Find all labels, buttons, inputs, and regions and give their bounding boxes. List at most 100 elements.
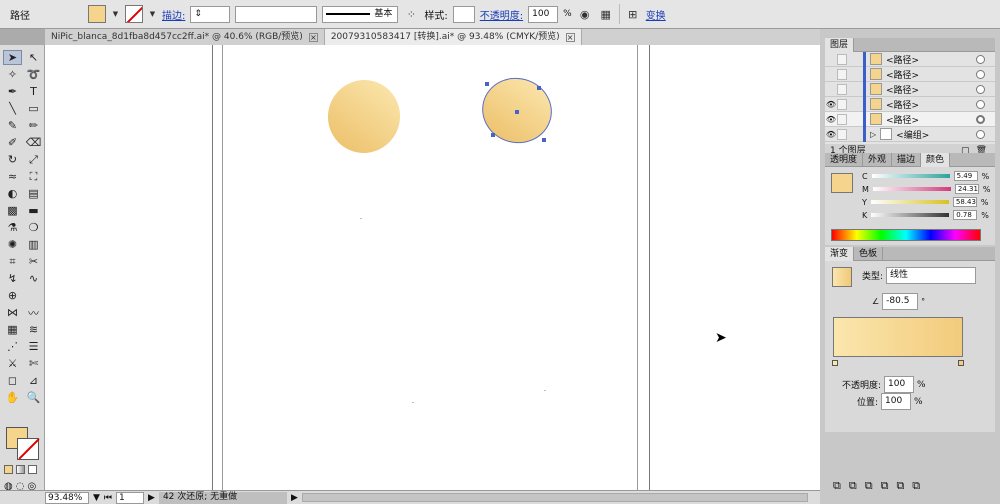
lasso-tool-icon[interactable]: ➰ [24, 67, 43, 82]
cyan-value[interactable]: 5.49 [953, 171, 978, 181]
scale-tool-icon[interactable]: ⤢ [24, 152, 43, 167]
graph-tool-icon[interactable]: ▦ [3, 322, 22, 337]
align-icon[interactable]: ▦ [598, 6, 614, 22]
target-icon[interactable] [976, 114, 985, 124]
tab-swatches[interactable]: 色板 [854, 246, 884, 261]
gradient-swatch[interactable] [832, 267, 852, 287]
opacity-field[interactable]: 100 [528, 5, 559, 23]
target-icon[interactable] [976, 129, 985, 139]
anchor-point[interactable] [537, 86, 541, 90]
zoom-dropdown-icon[interactable]: ▼ [93, 493, 100, 503]
slice-tool-icon[interactable]: ✂ [24, 254, 43, 269]
yellow-slider[interactable] [870, 200, 949, 204]
blob-brush-tool-icon[interactable]: ✐ [3, 135, 22, 150]
symbol-sprayer-tool-icon[interactable]: ✺ [3, 237, 22, 252]
dock-icon[interactable]: ⧉ [849, 479, 857, 493]
recolor-icon[interactable]: ◉ [577, 6, 593, 22]
gradient-stop-left[interactable] [832, 360, 838, 366]
type-tool-icon[interactable]: T [24, 84, 43, 99]
layer-row[interactable]: 👁 <路径> [825, 96, 995, 112]
stroke-color-box[interactable] [17, 438, 39, 460]
next-page-icon[interactable]: ▶ [148, 493, 155, 503]
layer-row[interactable]: 👁 ▷ <编组> [825, 126, 995, 142]
eye-icon[interactable]: 👁 [825, 115, 837, 124]
horizontal-scrollbar[interactable] [301, 493, 808, 502]
curve-tool-icon[interactable]: ∿ [24, 271, 43, 286]
anchor-point[interactable] [485, 82, 489, 86]
target-icon[interactable] [976, 84, 985, 94]
status-menu-icon[interactable]: ▶ [291, 493, 298, 503]
selection-tool-icon[interactable]: ➤ [3, 50, 22, 65]
page-field[interactable]: 1 [116, 491, 145, 504]
eye-icon[interactable]: 👁 [825, 130, 837, 139]
tab-transparency[interactable]: 透明度 [825, 152, 864, 167]
target-icon[interactable] [976, 69, 985, 79]
color-fill-swatch[interactable] [831, 173, 853, 193]
rotate-tool-icon[interactable]: ↻ [3, 152, 22, 167]
live-paint-tool-icon[interactable]: ▤ [24, 186, 43, 201]
hand-tool-icon[interactable]: ✋ [3, 390, 22, 405]
dock-icon[interactable]: ⧉ [833, 479, 841, 493]
yellow-value[interactable]: 58.43 [952, 197, 977, 207]
width-tool-icon[interactable]: ⊕ [3, 288, 22, 303]
pen-tool-icon[interactable]: ✒ [3, 84, 22, 99]
dock-icon[interactable]: ⧉ [865, 479, 873, 493]
magenta-value[interactable]: 24.31 [954, 184, 979, 194]
first-page-icon[interactable]: ⏮ [104, 493, 112, 503]
black-value[interactable]: 0.78 [953, 210, 978, 220]
stroke-weight-field[interactable]: ⇕ [190, 5, 231, 23]
tab-stroke[interactable]: 描边 [892, 152, 922, 167]
angle-field[interactable]: -80.5 [882, 293, 919, 310]
cyan-slider[interactable] [871, 174, 950, 178]
paintbrush-tool-icon[interactable]: ✎ [3, 118, 22, 133]
eye-icon[interactable]: 👁 [825, 100, 837, 109]
eyedropper-tool-icon[interactable]: ⚗ [3, 220, 22, 235]
dock-icon[interactable]: ⧉ [896, 479, 904, 493]
stroke-none-swatch[interactable] [125, 5, 143, 23]
knife-tool-icon[interactable]: ⚔ [3, 356, 22, 371]
gradient-location-field[interactable]: 100 [881, 393, 912, 410]
opacity-link[interactable]: 不透明度: [480, 7, 523, 22]
magenta-slider[interactable] [872, 187, 951, 191]
stroke-profile-select[interactable]: 基本 [322, 5, 399, 23]
style-swatch[interactable] [452, 5, 475, 23]
transform-link[interactable]: 变换 [646, 7, 666, 22]
stroke-link[interactable]: 描边: [162, 7, 185, 22]
scatter-tool-icon[interactable]: ⋰ [3, 339, 22, 354]
blend-tool-icon[interactable]: ❍ [24, 220, 43, 235]
zoom-field[interactable]: 93.48% [45, 491, 89, 504]
close-icon[interactable]: × [565, 32, 575, 42]
zoom-tool-icon[interactable]: 🔍 [24, 390, 43, 405]
artboard-canvas[interactable]: ➤ [45, 45, 820, 490]
layer-row[interactable]: <路径> [825, 81, 995, 97]
target-icon[interactable] [976, 54, 985, 64]
tab-color[interactable]: 颜色 [921, 152, 951, 167]
layer-row[interactable]: <路径> [825, 66, 995, 82]
brush-icon[interactable]: ⁘ [403, 6, 419, 22]
bar-tool-icon[interactable]: ≋ [24, 322, 43, 337]
layers-tab[interactable]: 图层 [825, 37, 855, 52]
line-tool-icon[interactable]: ╲ [3, 101, 22, 116]
pencil-tool-icon[interactable]: ✏ [24, 118, 43, 133]
anchor-point[interactable] [542, 138, 546, 142]
tab-document-1[interactable]: NiPic_blanca_8d1fba8d457cc2ff.ai* @ 40.6… [45, 29, 325, 45]
target-icon[interactable] [976, 99, 985, 109]
column-graph-tool-icon[interactable]: ▥ [24, 237, 43, 252]
crop-tool-icon[interactable]: ◻ [3, 373, 22, 388]
stroke-dropdown-icon[interactable]: ▼ [148, 10, 157, 18]
color-mode-icon[interactable] [4, 465, 13, 474]
grid-icon[interactable]: ⊞ [625, 6, 641, 22]
tab-gradient[interactable]: 渐变 [825, 246, 855, 261]
rectangle-tool-icon[interactable]: ▭ [24, 101, 43, 116]
layer-row-selected[interactable]: 👁 <路径> [825, 111, 995, 127]
scissors-tool-icon[interactable]: ✄ [24, 356, 43, 371]
tab-document-2[interactable]: 20079310583417 [转换].ai* @ 93.48% (CMYK/预… [324, 29, 582, 45]
list-tool-icon[interactable]: ☰ [24, 339, 43, 354]
variable-width-field[interactable] [235, 5, 318, 23]
fill-dropdown-icon[interactable]: ▼ [111, 10, 120, 18]
expand-arrow-icon[interactable]: ▷ [870, 130, 876, 139]
anchor-point[interactable] [491, 133, 495, 137]
tab-appearance[interactable]: 外观 [863, 152, 893, 167]
artboard-tool-icon[interactable]: ⌗ [3, 254, 22, 269]
color-spectrum[interactable] [831, 229, 981, 241]
